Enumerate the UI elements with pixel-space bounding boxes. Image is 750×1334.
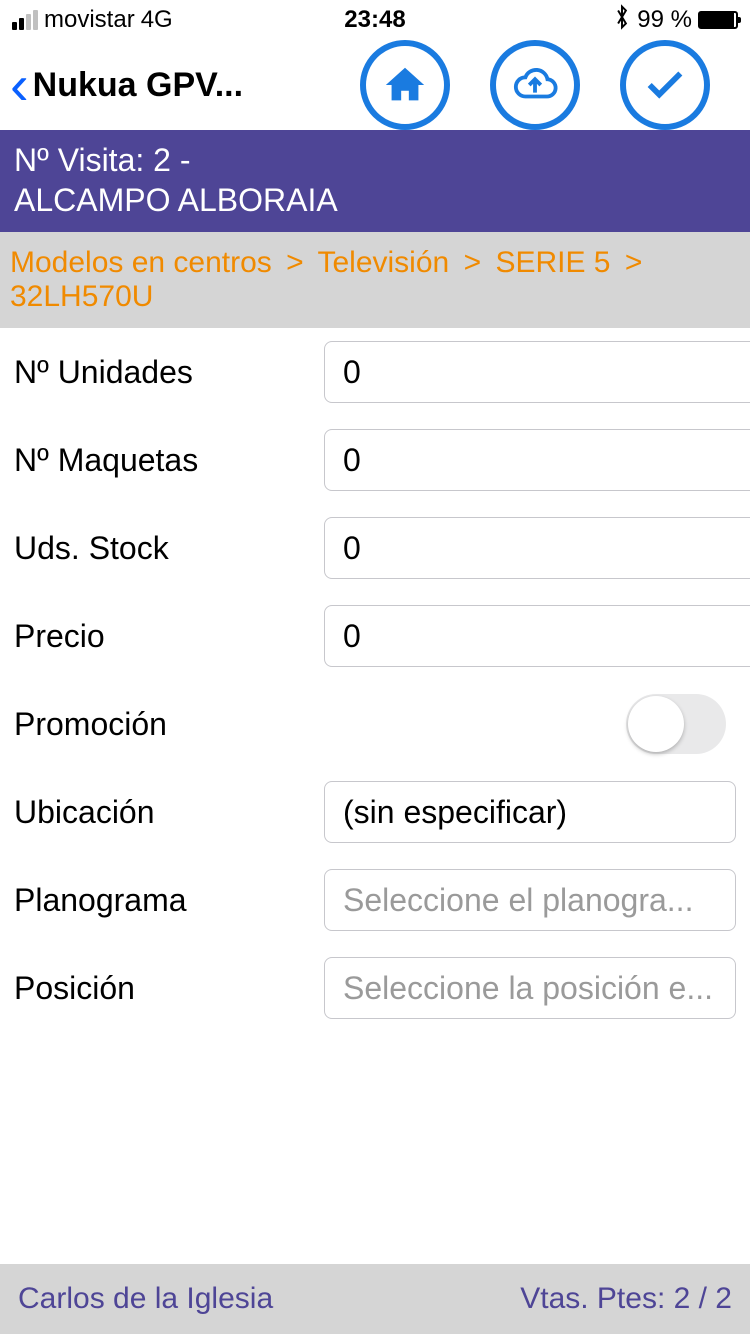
check-icon [642, 62, 688, 108]
input-maquetas[interactable] [324, 429, 750, 491]
breadcrumb-item[interactable]: Modelos en centros [10, 246, 272, 279]
label-unidades: Nº Unidades [14, 354, 314, 391]
select-posicion[interactable]: Seleccione la posición e... [324, 957, 736, 1019]
footer-bar: Carlos de la Iglesia Vtas. Ptes: 2 / 2 [0, 1264, 750, 1334]
label-precio: Precio [14, 618, 314, 655]
row-unidades: Nº Unidades [14, 328, 736, 416]
breadcrumb-item[interactable]: Televisión [317, 246, 449, 279]
toggle-promocion[interactable] [626, 694, 726, 754]
network-label: 4G [141, 6, 173, 34]
breadcrumb-sep: > [619, 246, 649, 279]
input-unidades[interactable] [324, 341, 750, 403]
visit-banner: Nº Visita: 2 - ALCAMPO ALBORAIA [0, 130, 750, 232]
breadcrumb-sep: > [280, 246, 310, 279]
row-maquetas: Nº Maquetas [14, 416, 736, 504]
battery-icon [698, 11, 738, 29]
visit-store: ALCAMPO ALBORAIA [14, 180, 736, 220]
label-planograma: Planograma [14, 882, 314, 919]
back-button[interactable]: ‹ Nukua GPV... [10, 57, 243, 113]
label-ubicacion: Ubicación [14, 794, 314, 831]
nav-header: ‹ Nukua GPV... [0, 40, 750, 130]
breadcrumb-item[interactable]: SERIE 5 [495, 246, 610, 279]
form: Nº Unidades Nº Maquetas Uds. Stock Preci… [0, 328, 750, 1032]
footer-vtas: Vtas. Ptes: 2 / 2 [520, 1282, 732, 1316]
cloud-upload-icon [512, 62, 558, 108]
label-promocion: Promoción [14, 706, 314, 743]
label-posicion: Posición [14, 970, 314, 1007]
carrier-label: movistar [44, 6, 135, 34]
input-stock[interactable] [324, 517, 750, 579]
upload-button[interactable] [490, 40, 580, 130]
footer-user: Carlos de la Iglesia [18, 1282, 273, 1316]
confirm-button[interactable] [620, 40, 710, 130]
row-stock: Uds. Stock [14, 504, 736, 592]
breadcrumb-sep: > [458, 246, 488, 279]
visit-number: Nº Visita: 2 - [14, 140, 736, 180]
row-promocion: Promoción [14, 680, 736, 768]
home-button[interactable] [360, 40, 450, 130]
status-bar: movistar 4G 23:48 99 % [0, 0, 750, 40]
label-stock: Uds. Stock [14, 530, 314, 567]
label-maquetas: Nº Maquetas [14, 442, 314, 479]
input-precio[interactable] [324, 605, 750, 667]
select-planograma[interactable]: Seleccione el planogra... [324, 869, 736, 931]
back-title: Nukua GPV... [33, 66, 243, 105]
battery-pct: 99 % [637, 6, 692, 34]
breadcrumb: Modelos en centros > Televisión > SERIE … [0, 232, 750, 328]
signal-icon [12, 10, 38, 30]
bluetooth-icon [613, 4, 631, 37]
row-ubicacion: Ubicación (sin especificar) [14, 768, 736, 856]
chevron-left-icon: ‹ [10, 57, 29, 113]
select-ubicacion[interactable]: (sin especificar) [324, 781, 736, 843]
row-planograma: Planograma Seleccione el planogra... [14, 856, 736, 944]
home-icon [382, 62, 428, 108]
row-precio: Precio [14, 592, 736, 680]
breadcrumb-item[interactable]: 32LH570U [10, 280, 153, 313]
row-posicion: Posición Seleccione la posición e... [14, 944, 736, 1032]
